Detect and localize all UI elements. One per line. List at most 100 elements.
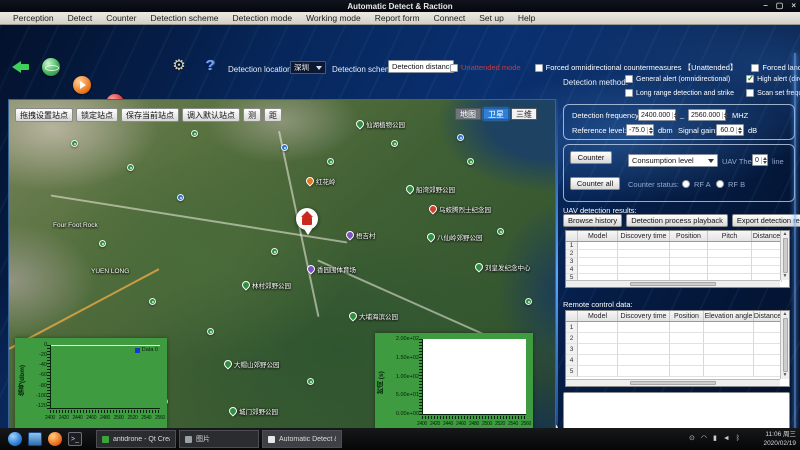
table-row[interactable]: 3 <box>566 344 789 355</box>
uav-count-spinbox[interactable]: 0 <box>752 154 768 166</box>
scroll-down-icon[interactable]: ▼ <box>783 274 788 279</box>
rf-b-radio[interactable] <box>716 180 724 188</box>
scroll-up-icon[interactable]: ▲ <box>783 312 788 317</box>
column-header-model[interactable]: Model <box>578 311 618 321</box>
scrollbar-thumb[interactable] <box>783 318 788 372</box>
detection-station-marker[interactable] <box>296 208 318 230</box>
taskbar-window-button[interactable]: Automatic Detect & Racti... <box>262 430 342 448</box>
spinner-arrows-icon[interactable] <box>672 112 678 119</box>
column-header-model[interactable]: Model <box>578 231 618 241</box>
map-poi-icon[interactable] <box>207 328 214 335</box>
map-poi-icon[interactable] <box>177 194 184 201</box>
counter-button[interactable]: Counter <box>570 151 612 164</box>
map-poi-icon[interactable] <box>525 298 532 305</box>
map-poi-icon[interactable] <box>71 140 78 147</box>
firefox-icon[interactable] <box>48 432 62 446</box>
back-button[interactable] <box>12 58 30 76</box>
tray-icon[interactable]: ◠ <box>701 435 707 443</box>
menu-item-perception[interactable]: Perception <box>6 13 61 23</box>
scrollbar-thumb[interactable] <box>630 282 716 286</box>
table-row[interactable]: 4 <box>566 355 789 366</box>
tray-icon[interactable]: ⊙ <box>689 435 695 443</box>
detection-method-checkbox[interactable]: High alert (directional) <box>746 75 800 83</box>
checkbox-icon[interactable] <box>625 75 633 83</box>
connect-button[interactable] <box>42 58 60 76</box>
map-place-label[interactable]: 船湾郊野公园 <box>406 184 455 194</box>
column-header-distance[interactable]: Distance <box>754 311 782 321</box>
map-place-label[interactable]: 仙湖植物公园 <box>356 119 405 129</box>
map-poi-icon[interactable] <box>391 140 398 147</box>
horizontal-scrollbar[interactable] <box>566 379 780 386</box>
map-place-label[interactable]: Four Foot Rock <box>53 222 98 229</box>
column-header-discovery-time[interactable]: Discovery time <box>618 311 670 321</box>
menu-item-detection-scheme[interactable]: Detection scheme <box>143 13 225 23</box>
reference-level-spinbox[interactable]: -75.0 <box>626 124 654 136</box>
column-header-discovery-time[interactable]: Discovery time <box>618 231 670 241</box>
map-place-label[interactable]: 大埔海滨公园 <box>349 311 398 321</box>
map-place-label[interactable]: YUEN LONG <box>91 268 129 275</box>
table-row[interactable]: 4 <box>566 266 789 274</box>
settings-button[interactable]: ⚙ <box>170 57 188 75</box>
menu-item-detect[interactable]: Detect <box>61 13 100 23</box>
map-site-button[interactable]: 锁定站点 <box>76 108 118 122</box>
detection-method-checkbox[interactable]: General alert (omnidirectional) <box>625 75 734 83</box>
table-row[interactable]: 1 <box>566 242 789 250</box>
toolbar-checkbox[interactable]: Forced omnidirectional countermeasures 【… <box>535 62 738 73</box>
table-row[interactable]: 1 <box>566 322 789 333</box>
toolbar-checkbox[interactable]: Forced landing 【Unattended】 <box>751 62 800 73</box>
help-button[interactable]: ? <box>201 57 219 75</box>
table-row[interactable]: 2 <box>566 250 789 258</box>
map-view[interactable]: 拖拽设置站点锁定站点保存当前站点调入默认站点测距 地图卫星三维 仙湖植物公园 红… <box>8 99 556 449</box>
spinner-arrows-icon[interactable] <box>647 127 653 134</box>
column-header-position[interactable]: Position <box>670 231 708 241</box>
map-site-button[interactable]: 调入默认站点 <box>182 108 240 122</box>
map-site-button[interactable]: 距 <box>264 108 282 122</box>
counter-all-button[interactable]: Counter all <box>570 177 620 190</box>
rf-a-radio[interactable] <box>682 180 690 188</box>
menu-item-help[interactable]: Help <box>511 13 542 23</box>
freq-min-spinbox[interactable]: 2400.000 <box>638 109 676 121</box>
checkbox-icon[interactable] <box>535 64 543 72</box>
scroll-up-icon[interactable]: ▲ <box>783 232 788 237</box>
browser-icon[interactable] <box>8 432 22 446</box>
detection-playback-button[interactable]: Detection process playback <box>626 214 728 227</box>
map-poi-icon[interactable] <box>281 144 288 151</box>
map-poi-icon[interactable] <box>327 158 334 165</box>
horizontal-scrollbar[interactable] <box>566 280 780 287</box>
map-site-button[interactable]: 测 <box>243 108 261 122</box>
menu-item-connect[interactable]: Connect <box>427 13 473 23</box>
checkbox-icon[interactable] <box>746 75 754 83</box>
minimize-button[interactable]: – <box>763 1 767 11</box>
checkbox-icon[interactable] <box>625 89 633 97</box>
menu-item-detection-mode[interactable]: Detection mode <box>226 13 300 23</box>
spinner-arrows-icon[interactable] <box>736 127 742 134</box>
checkbox-icon[interactable] <box>746 89 754 97</box>
taskbar-window-button[interactable]: 图片 <box>179 430 259 448</box>
column-header-pitch[interactable]: Pitch <box>708 231 752 241</box>
map-view-button[interactable]: 地图 <box>455 108 481 120</box>
map-poi-icon[interactable] <box>497 228 504 235</box>
vertical-scrollbar[interactable]: ▲▼ <box>780 311 789 379</box>
column-header-elevation-angle[interactable]: Elevation angle <box>704 311 754 321</box>
spinner-arrows-icon[interactable] <box>761 157 767 164</box>
browse-history-button[interactable]: Browse history <box>563 214 622 227</box>
column-header-position[interactable]: Position <box>670 311 704 321</box>
tray-icon[interactable]: ᛒ <box>736 435 740 443</box>
map-poi-icon[interactable] <box>467 158 474 165</box>
tray-icon[interactable]: ▮ <box>713 435 717 443</box>
table-row[interactable]: 3 <box>566 258 789 266</box>
panel-splitter[interactable] <box>556 99 558 449</box>
map-poi-icon[interactable] <box>149 298 156 305</box>
detection-scheme-select[interactable]: Detection distance <box>388 60 454 73</box>
map-poi-icon[interactable] <box>191 130 198 137</box>
maximize-button[interactable]: ▢ <box>776 1 784 11</box>
taskbar-window-button[interactable]: antidrone - Qt Creator <box>96 430 176 448</box>
map-place-label[interactable]: 香园围体育场 <box>307 264 356 274</box>
freq-max-spinbox[interactable]: 2560.000 <box>688 109 726 121</box>
map-site-button[interactable]: 保存当前站点 <box>121 108 179 122</box>
column-header-distance[interactable]: Distance <box>752 231 782 241</box>
scroll-down-icon[interactable]: ▼ <box>783 373 788 378</box>
map-poi-icon[interactable] <box>127 164 134 171</box>
detection-method-checkbox[interactable]: Long range detection and strike <box>625 89 734 97</box>
map-place-label[interactable]: 城门郊野公园 <box>229 406 278 416</box>
